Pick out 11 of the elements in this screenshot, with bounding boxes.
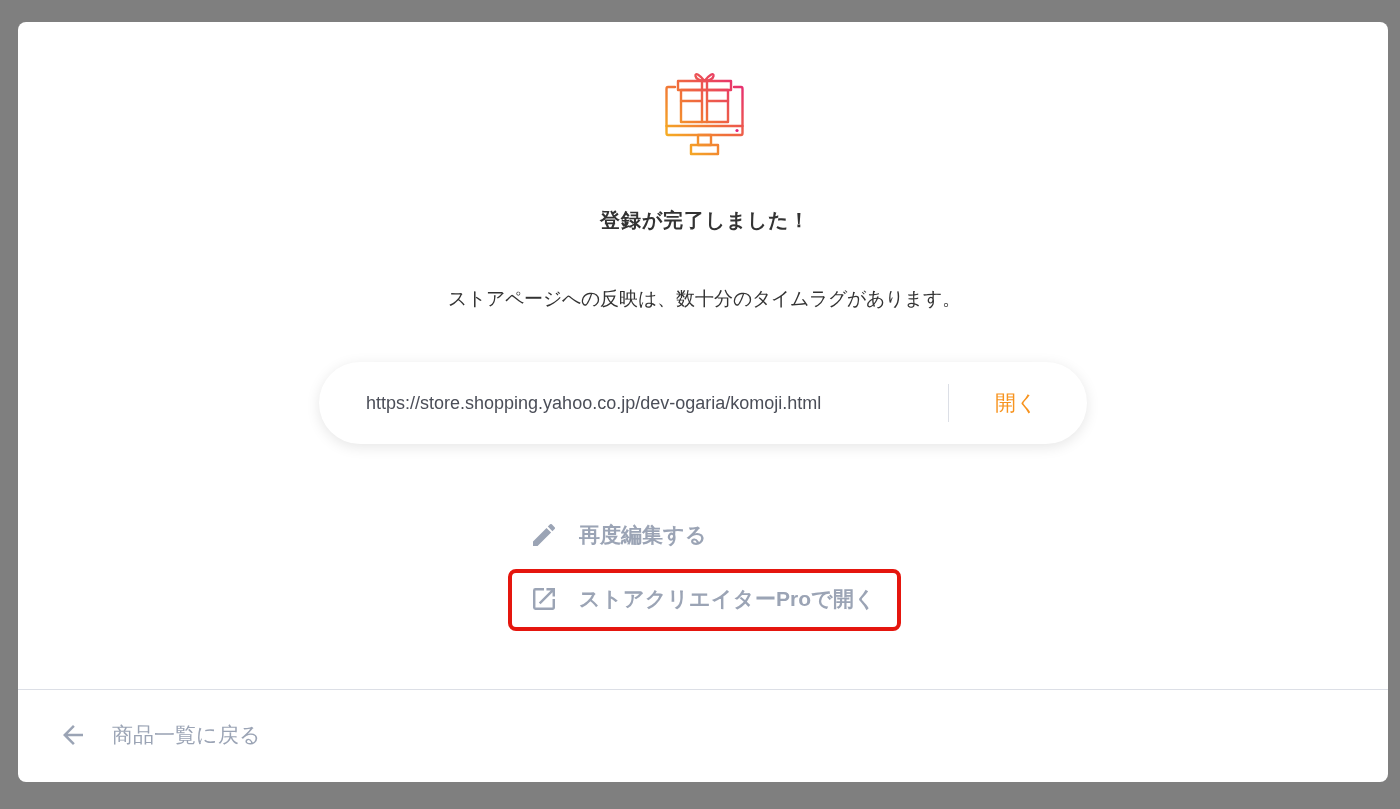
open-button[interactable]: 開く — [985, 385, 1048, 421]
action-link[interactable]: 再度編集する — [533, 520, 707, 550]
external-link-icon — [533, 588, 555, 610]
gift-monitor-icon — [665, 70, 744, 156]
action-link[interactable]: ストアクリエイターProで開く — [533, 584, 876, 614]
dialog-title: 登録が完了しました！ — [599, 208, 810, 233]
url-text: https://store.shopping.yahoo.co.jp/dev-ogaria/komoji.html — [366, 392, 823, 415]
pencil-icon — [533, 524, 555, 546]
back-arrow-icon — [63, 725, 83, 745]
back-link[interactable]: 商品一覧に戻る — [63, 721, 261, 751]
dialog-message: ストアページへの反映は、数十分のタイムラグがあります。 — [448, 287, 961, 311]
